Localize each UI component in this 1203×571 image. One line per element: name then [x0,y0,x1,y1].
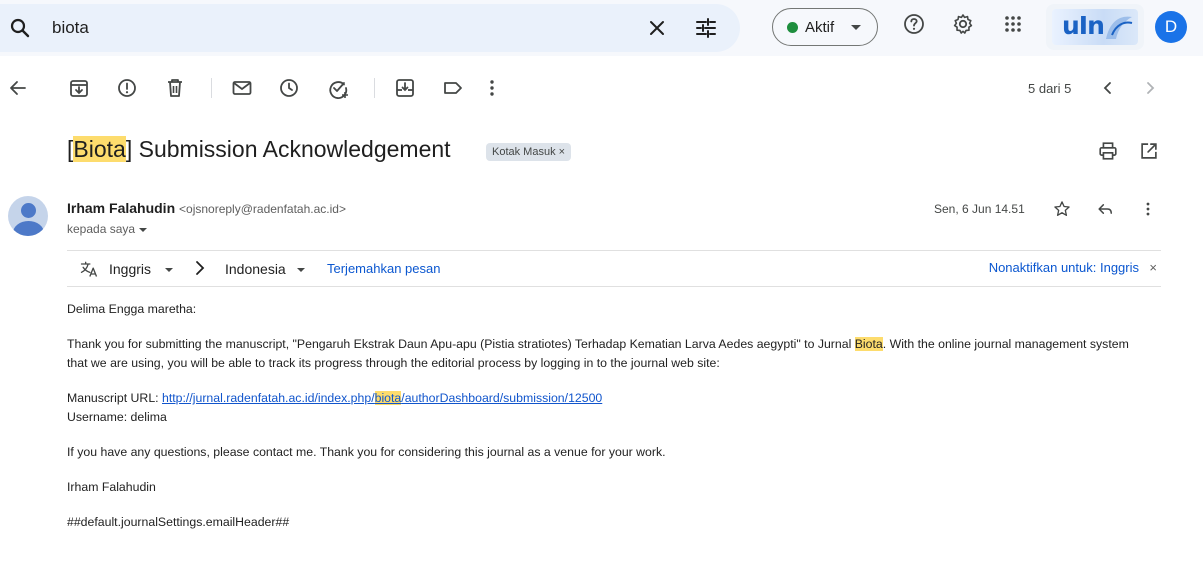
snooze-icon[interactable] [277,76,301,100]
organization-logo[interactable]: uIn [1046,4,1144,50]
label-chip-text: Kotak Masuk [492,146,556,158]
email-subject: [Biota] Submission Acknowledgement [67,136,451,163]
chevron-right-icon[interactable] [1138,76,1162,100]
disable-translation-link[interactable]: Nonaktifkan untuk: Inggris [989,260,1139,275]
search-highlight: biota [374,391,402,405]
sender-email: <ojsnoreply@radenfatah.ac.id> [179,202,346,216]
status-dot [787,22,798,33]
search-bar[interactable]: biota [0,4,740,52]
chevron-right-icon [196,261,205,275]
target-language-select[interactable]: Indonesia [225,261,286,277]
toolbar-divider [211,78,212,98]
paragraph-text: Thank you for submitting the manuscript,… [67,337,855,351]
sender-info: Irham Falahudin <ojsnoreply@radenfatah.a… [67,200,346,216]
source-language-select[interactable]: Inggris [109,261,151,277]
print-icon[interactable] [1097,140,1119,162]
footer-placeholder: ##default.journalSettings.emailHeader## [67,515,290,529]
body-paragraph: If you have any questions, please contac… [67,445,666,459]
label-chip-inbox: Kotak Masuk × [486,143,572,161]
search-icon[interactable] [8,16,32,40]
tune-icon[interactable] [694,16,718,40]
mark-unread-icon[interactable] [230,76,254,100]
close-translate-icon[interactable]: × [1149,260,1157,275]
translate-icon [80,261,98,277]
chevron-down-icon [851,25,861,30]
username-line: Username: delima [67,410,167,424]
signature: Irham Falahudin [67,480,156,494]
url-part: /authorDashboard/submission/12500 [401,391,603,405]
help-icon[interactable] [902,12,926,36]
gear-icon[interactable] [951,12,975,36]
logo-mark-icon [1106,16,1133,39]
avatar-body [13,221,44,236]
back-arrow-icon[interactable] [6,76,30,100]
open-in-new-window-icon[interactable] [1138,140,1160,162]
close-icon[interactable] [645,16,669,40]
label-icon[interactable] [441,76,465,100]
status-label: Aktif [805,19,835,36]
chevron-down-icon [297,268,305,272]
recipient-dropdown[interactable]: kepada saya [67,222,148,236]
move-to-icon[interactable] [393,76,417,100]
subject-text: ] Submission Acknowledgement [125,136,451,162]
message-date: Sen, 6 Jun 14.51 [934,202,1025,216]
translate-bar: Inggris Indonesia Terjemahkan pesan Nona… [67,250,1161,287]
logo-text: uIn [1062,11,1105,40]
star-icon[interactable] [1052,199,1072,219]
body-paragraph: Thank you for submitting the manuscript,… [67,335,1147,373]
message-body: Delima Engga maretha: Thank you for subm… [67,300,1147,532]
recipient-label: kepada saya [67,222,136,236]
avatar-head [21,203,36,218]
manuscript-url-line: Manuscript URL: http://jurnal.radenfatah… [67,389,1147,408]
reply-icon[interactable] [1095,199,1115,219]
report-spam-icon[interactable] [115,76,139,100]
search-highlight: Biota [854,337,883,351]
message-counter: 5 dari 5 [1028,81,1072,96]
toolbar-divider [374,78,375,98]
url-part: http://jurnal.radenfatah.ac.id/index.php… [162,391,375,405]
message-toolbar: 5 dari 5 [0,64,1203,112]
remove-label-icon[interactable]: × [559,146,565,158]
sender-avatar[interactable] [8,196,48,236]
apps-icon[interactable] [1001,12,1025,36]
account-avatar[interactable]: D [1155,11,1187,43]
search-input[interactable]: biota [52,18,89,38]
search-highlight: Biota [73,136,126,162]
translate-message-link[interactable]: Terjemahkan pesan [327,261,440,276]
status-dropdown[interactable]: Aktif [772,8,878,46]
more-vert-icon[interactable] [480,76,504,100]
archive-icon[interactable] [67,76,91,100]
add-to-tasks-icon[interactable] [326,76,350,100]
more-vert-icon[interactable] [1138,199,1158,219]
sender-name[interactable]: Irham Falahudin [67,200,175,216]
delete-icon[interactable] [163,76,187,100]
manuscript-url-link[interactable]: http://jurnal.radenfatah.ac.id/index.php… [162,391,602,405]
top-bar: biota Aktif uIn D [0,0,1203,56]
chevron-down-icon [139,227,148,232]
logo-image: uIn [1052,9,1138,45]
chevron-down-icon [165,268,173,272]
chevron-left-icon[interactable] [1096,76,1120,100]
greeting: Delima Engga maretha: [67,302,197,316]
url-label: Manuscript URL: [67,391,162,405]
